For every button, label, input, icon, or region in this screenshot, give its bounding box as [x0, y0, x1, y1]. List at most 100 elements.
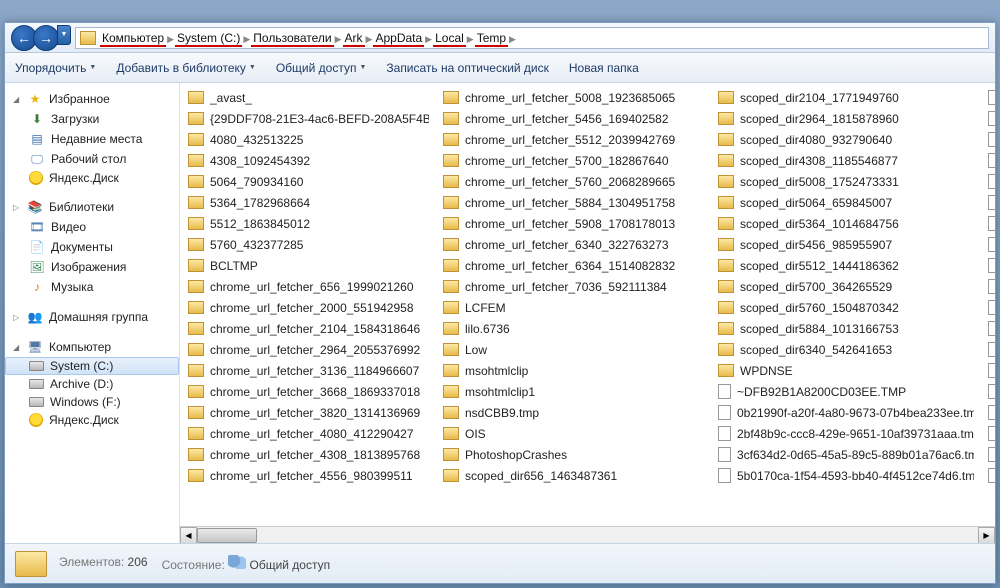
- file-item[interactable]: 5b0170ca-1f54-4593-bb40-4f4512ce74d6.tmp: [716, 465, 974, 486]
- folder-item[interactable]: OIS: [441, 423, 704, 444]
- breadcrumb-item[interactable]: Пользователи: [251, 31, 333, 47]
- file-item[interactable]: [986, 129, 995, 150]
- folder-item[interactable]: 5760_432377285: [186, 234, 429, 255]
- file-item[interactable]: [986, 108, 995, 129]
- sidebar-item[interactable]: 🖵Рабочий стол: [5, 149, 179, 169]
- file-item[interactable]: [986, 402, 995, 423]
- folder-item[interactable]: chrome_url_fetcher_5884_1304951758: [441, 192, 704, 213]
- folder-item[interactable]: scoped_dir5760_1504870342: [716, 297, 974, 318]
- folder-item[interactable]: scoped_dir5364_1014684756: [716, 213, 974, 234]
- folder-item[interactable]: chrome_url_fetcher_6340_322763273: [441, 234, 704, 255]
- scroll-track[interactable]: [197, 527, 978, 544]
- file-item[interactable]: [986, 381, 995, 402]
- folder-item[interactable]: scoped_dir6340_542641653: [716, 339, 974, 360]
- breadcrumb-item[interactable]: Ark: [343, 31, 365, 47]
- sidebar-favorites[interactable]: ◢★Избранное: [5, 89, 179, 109]
- forward-button[interactable]: →: [33, 25, 59, 51]
- file-item[interactable]: [986, 87, 995, 108]
- add-to-library-button[interactable]: Добавить в библиотеку▼: [106, 53, 265, 82]
- folder-item[interactable]: 5364_1782968664: [186, 192, 429, 213]
- folder-item[interactable]: scoped_dir5008_1752473331: [716, 171, 974, 192]
- file-item[interactable]: [986, 465, 995, 486]
- sidebar-item[interactable]: ▤Недавние места: [5, 129, 179, 149]
- folder-item[interactable]: chrome_url_fetcher_7036_592111384: [441, 276, 704, 297]
- breadcrumb-item[interactable]: Temp: [475, 31, 508, 47]
- folder-item[interactable]: msohtmlclip: [441, 360, 704, 381]
- file-item[interactable]: [986, 444, 995, 465]
- folder-item[interactable]: _avast_: [186, 87, 429, 108]
- folder-item[interactable]: 5512_1863845012: [186, 213, 429, 234]
- sidebar-item[interactable]: Яндекс.Диск: [5, 169, 179, 187]
- folder-item[interactable]: chrome_url_fetcher_4308_1813895768: [186, 444, 429, 465]
- sidebar-item[interactable]: 🎞Видео: [5, 217, 179, 237]
- sidebar-item[interactable]: ⬇Загрузки: [5, 109, 179, 129]
- folder-item[interactable]: chrome_url_fetcher_5700_182867640: [441, 150, 704, 171]
- folder-item[interactable]: chrome_url_fetcher_5008_1923685065: [441, 87, 704, 108]
- folder-item[interactable]: chrome_url_fetcher_6364_1514082832: [441, 255, 704, 276]
- folder-item[interactable]: chrome_url_fetcher_656_1999021260: [186, 276, 429, 297]
- folder-item[interactable]: chrome_url_fetcher_3820_1314136969: [186, 402, 429, 423]
- folder-item[interactable]: scoped_dir5456_985955907: [716, 234, 974, 255]
- folder-item[interactable]: nsdCBB9.tmp: [441, 402, 704, 423]
- scroll-left-button[interactable]: ◀: [180, 527, 197, 544]
- new-folder-button[interactable]: Новая папка: [559, 53, 649, 82]
- folder-item[interactable]: BCLTMP: [186, 255, 429, 276]
- sidebar-libraries[interactable]: ▷📚Библиотеки: [5, 197, 179, 217]
- file-item[interactable]: 0b21990f-a20f-4a80-9673-07b4bea233ee.tmp: [716, 402, 974, 423]
- sidebar-item[interactable]: 🖼Изображения: [5, 257, 179, 277]
- folder-item[interactable]: chrome_url_fetcher_2964_2055376992: [186, 339, 429, 360]
- file-item[interactable]: [986, 297, 995, 318]
- folder-item[interactable]: chrome_url_fetcher_2000_551942958: [186, 297, 429, 318]
- folder-item[interactable]: WPDNSE: [716, 360, 974, 381]
- folder-item[interactable]: PhotoshopCrashes: [441, 444, 704, 465]
- folder-item[interactable]: lilo.6736: [441, 318, 704, 339]
- file-item[interactable]: 2bf48b9c-ccc8-429e-9651-10af39731aaa.tmp: [716, 423, 974, 444]
- folder-item[interactable]: scoped_dir5064_659845007: [716, 192, 974, 213]
- folder-item[interactable]: chrome_url_fetcher_5760_2068289665: [441, 171, 704, 192]
- scroll-right-button[interactable]: ▶: [978, 527, 995, 544]
- file-item[interactable]: [986, 171, 995, 192]
- sidebar-computer[interactable]: ◢🖥Компьютер: [5, 337, 179, 357]
- sidebar-item[interactable]: 📄Документы: [5, 237, 179, 257]
- sidebar[interactable]: ◢★Избранное ⬇Загрузки▤Недавние места🖵Раб…: [5, 83, 180, 543]
- horizontal-scrollbar[interactable]: ◀ ▶: [180, 526, 995, 543]
- folder-item[interactable]: chrome_url_fetcher_5456_169402582: [441, 108, 704, 129]
- file-item[interactable]: [986, 276, 995, 297]
- folder-item[interactable]: 4080_432513225: [186, 129, 429, 150]
- folder-item[interactable]: msohtmlclip1: [441, 381, 704, 402]
- share-button[interactable]: Общий доступ▼: [266, 53, 377, 82]
- folder-item[interactable]: chrome_url_fetcher_5512_2039942769: [441, 129, 704, 150]
- folder-item[interactable]: LCFEM: [441, 297, 704, 318]
- folder-item[interactable]: scoped_dir5700_364265529: [716, 276, 974, 297]
- sidebar-item[interactable]: Яндекс.Диск: [5, 411, 179, 429]
- file-item[interactable]: [986, 234, 995, 255]
- breadcrumb-bar[interactable]: Компьютер▶System (C:)▶Пользователи▶Ark▶A…: [75, 27, 989, 49]
- file-item[interactable]: [986, 213, 995, 234]
- folder-item[interactable]: scoped_dir5512_1444186362: [716, 255, 974, 276]
- file-list[interactable]: _avast_{29DDF708-21E3-4ac6-BEFD-208A5F4B…: [180, 83, 995, 543]
- sidebar-item[interactable]: Archive (D:): [5, 375, 179, 393]
- folder-item[interactable]: chrome_url_fetcher_4556_980399511: [186, 465, 429, 486]
- folder-item[interactable]: chrome_url_fetcher_5908_1708178013: [441, 213, 704, 234]
- breadcrumb-item[interactable]: Компьютер: [100, 31, 166, 47]
- file-item[interactable]: [986, 423, 995, 444]
- nav-history-dropdown[interactable]: ▼: [57, 25, 71, 45]
- file-item[interactable]: [986, 150, 995, 171]
- organize-button[interactable]: Упорядочить▼: [5, 53, 106, 82]
- folder-item[interactable]: scoped_dir4080_932790640: [716, 129, 974, 150]
- folder-item[interactable]: scoped_dir2104_1771949760: [716, 87, 974, 108]
- file-item[interactable]: 3cf634d2-0d65-45a5-89c5-889b01a76ac6.tmp: [716, 444, 974, 465]
- sidebar-item[interactable]: ♪Музыка: [5, 277, 179, 297]
- folder-item[interactable]: {29DDF708-21E3-4ac6-BEFD-208A5F4B6B04}: [186, 108, 429, 129]
- folder-item[interactable]: Low: [441, 339, 704, 360]
- breadcrumb-item[interactable]: System (C:): [175, 31, 242, 47]
- folder-item[interactable]: chrome_url_fetcher_2104_1584318646: [186, 318, 429, 339]
- folder-item[interactable]: chrome_url_fetcher_3668_1869337018: [186, 381, 429, 402]
- folder-item[interactable]: chrome_url_fetcher_3136_1184966607: [186, 360, 429, 381]
- file-item[interactable]: [986, 318, 995, 339]
- folder-item[interactable]: 5064_790934160: [186, 171, 429, 192]
- folder-item[interactable]: 4308_1092454392: [186, 150, 429, 171]
- breadcrumb-item[interactable]: Local: [433, 31, 466, 47]
- folder-item[interactable]: scoped_dir5884_1013166753: [716, 318, 974, 339]
- file-item[interactable]: [986, 339, 995, 360]
